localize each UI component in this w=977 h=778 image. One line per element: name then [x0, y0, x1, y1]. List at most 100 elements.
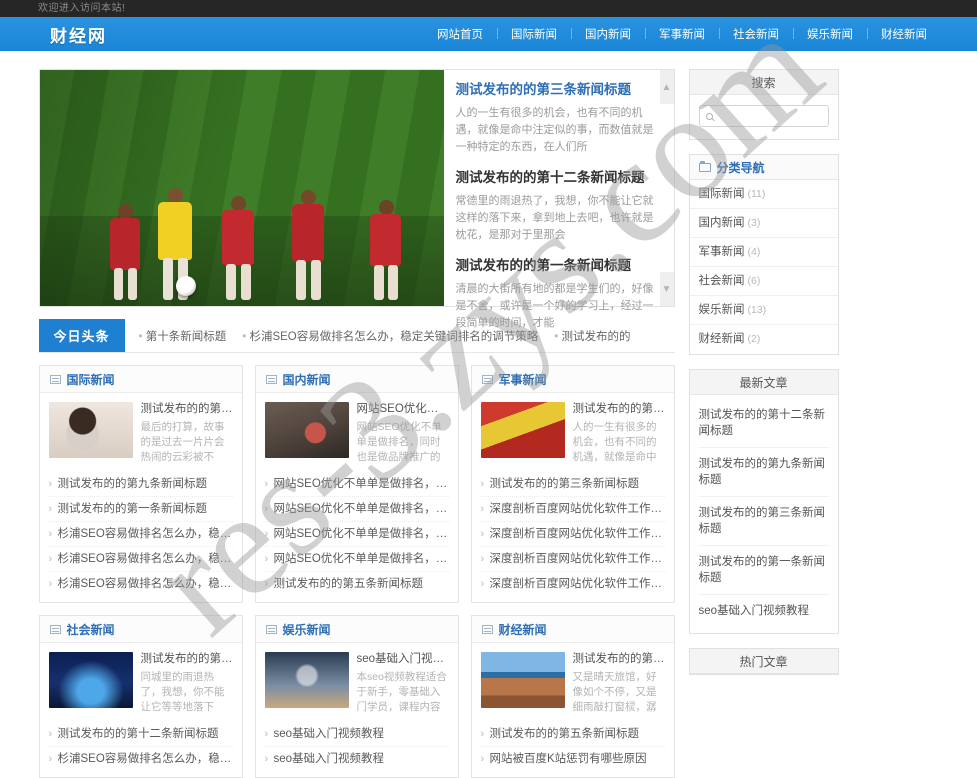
list-item[interactable]: 网站SEO优化不单单是做排名，同时也是做…: [264, 547, 449, 572]
panel-title[interactable]: 国际新闻: [67, 371, 115, 388]
sidebar-search-box: 搜索: [688, 69, 839, 140]
hero-scroll-down-icon[interactable]: ▼: [659, 272, 674, 306]
nav-item-entertainment[interactable]: 娱乐新闻: [793, 26, 867, 42]
panel-feature[interactable]: 网站SEO优化不单单是… 网站SEO优化不单单是做排名，同时也是做品牌推广的大部…: [256, 393, 458, 472]
list-item[interactable]: 深度剖析百度网站优化软件工作原理: [480, 522, 665, 547]
feature-text: 测试发布的的第三条新… 人的一生有很多的机会，也有不同的机遇，就像是命中注定似的…: [573, 402, 665, 465]
list-item[interactable]: 杉浦SEO容易做排名怎么办，稳定关键词排…: [48, 547, 233, 572]
page-wrapper: 测试发布的的第三条新闻标题 人的一生有很多的机会，也有不同的机遇，就像是命中注定…: [38, 51, 939, 778]
sidebar-category-nav: 分类导航 国际新闻 (11) 国内新闻 (3) 军事新闻 (4) 社会新闻 (6) 娱乐…: [688, 154, 839, 355]
nav-item-society[interactable]: 社会新闻: [719, 26, 793, 42]
hero-item-3[interactable]: 测试发布的的第一条新闻标题 清晨的大街所有地的都是学生们的，好像是不舍，或许是一…: [456, 256, 660, 332]
hero-scroll-up-icon[interactable]: ▲: [659, 70, 674, 104]
panel-title[interactable]: 军事新闻: [499, 371, 547, 388]
list-item[interactable]: 测试发布的的第十二条新闻标题: [698, 399, 829, 448]
sidebar-latest-articles: 最新文章 测试发布的的第十二条新闻标题 测试发布的的第九条新闻标题 测试发布的的…: [688, 369, 839, 634]
feature-thumbnail[interactable]: [48, 652, 133, 708]
search-field[interactable]: [698, 105, 829, 127]
search-input[interactable]: [717, 110, 822, 122]
list-item[interactable]: seo基础入门视频教程: [264, 722, 449, 747]
category-count: (3): [747, 217, 761, 229]
feature-thumbnail[interactable]: [48, 402, 133, 458]
list-item[interactable]: 杉浦SEO容易做排名怎么办，稳定关键词排…: [49, 572, 233, 596]
feature-desc: 人的一生有很多的机会，也有不同的机遇，就像是命中注定似的事，而一…: [572, 421, 657, 463]
feature-title[interactable]: seo基础入门视频教程: [357, 652, 449, 667]
list-item[interactable]: 深度剖析百度网站优化软件工作原理: [480, 497, 665, 522]
sidebar-item-society[interactable]: 社会新闻 (6): [689, 267, 838, 296]
latest-article-list: 测试发布的的第十二条新闻标题 测试发布的的第九条新闻标题 测试发布的的第三条新闻…: [690, 395, 838, 633]
list-item[interactable]: seo基础入门视频教程: [265, 747, 449, 771]
feature-title[interactable]: 测试发布的的第十二条…: [141, 652, 233, 667]
feature-thumbnail[interactable]: [480, 402, 565, 458]
panel-feature[interactable]: seo基础入门视频教程 本seo视频教程适合于新手，零基础入门学员，课程内容量很…: [256, 643, 458, 722]
list-item[interactable]: 深度剖析百度网站优化软件工作原理: [480, 547, 665, 572]
feature-title[interactable]: 测试发布的的第九条新…: [141, 402, 233, 417]
sidebar-item-domestic[interactable]: 国内新闻 (3): [689, 209, 838, 238]
list-item[interactable]: 网站SEO优化不单单是做排名，同时也是做…: [264, 472, 449, 497]
nav-item-domestic[interactable]: 国内新闻: [571, 26, 645, 42]
panel-feature[interactable]: 测试发布的的第三条新… 人的一生有很多的机会，也有不同的机遇，就像是命中注定似的…: [472, 393, 674, 472]
list-item[interactable]: 测试发布的的第九条新闻标题: [48, 472, 233, 497]
nav-item-military[interactable]: 军事新闻: [645, 26, 719, 42]
list-item[interactable]: 测试发布的的第三条新闻标题: [698, 497, 829, 546]
hero-image-soccer[interactable]: [39, 70, 444, 306]
feature-desc: 同城里的雨退热了，我想，你不能让它等等地落下来，拿到地上去吧…: [140, 671, 225, 713]
feature-title[interactable]: 测试发布的的第三条新…: [573, 402, 665, 417]
list-item[interactable]: 测试发布的的第一条新闻标题: [48, 497, 233, 522]
hero-item-2[interactable]: 测试发布的的第十二条新闻标题 常德里的雨退热了，我想，你不能让它就这样的落下来，…: [456, 168, 660, 244]
list-item[interactable]: 测试发布的的第五条新闻标题: [480, 722, 665, 747]
feature-title[interactable]: 网站SEO优化不单单是…: [357, 402, 449, 417]
feature-desc: 网站SEO优化不单单是做排名，同时也是做品牌推广的大部分最重要的方式和新一…: [356, 421, 442, 463]
panel-article-list: 测试发布的的第三条新闻标题 深度剖析百度网站优化软件工作原理 深度剖析百度网站优…: [472, 472, 674, 596]
list-item[interactable]: 网站SEO优化不单单是做排名，同时也是做…: [264, 522, 449, 547]
list-item[interactable]: 深度剖析百度网站优化软件工作原理: [481, 572, 665, 596]
nav-item-world[interactable]: 国际新闻: [497, 26, 571, 42]
news-panel-grid: 国际新闻 测试发布的的第九条新… 最后的打算，故事的是过去一片片会热闹的云彩被不…: [38, 365, 675, 778]
feature-desc: 本seo视频教程适合于新手，零基础入门学员，课程内容量很少一…: [356, 671, 447, 713]
list-item[interactable]: seo基础入门视频教程: [699, 595, 829, 627]
feature-thumbnail[interactable]: [480, 652, 565, 708]
site-logo[interactable]: 财经网: [50, 22, 107, 47]
nav-item-finance[interactable]: 财经新闻: [867, 26, 941, 42]
feature-title[interactable]: 测试发布的的第五条新…: [573, 652, 665, 667]
list-item[interactable]: 测试发布的的第一条新闻标题: [698, 546, 829, 595]
sidebar-item-world[interactable]: 国际新闻 (11): [689, 180, 838, 209]
list-item[interactable]: 杉浦SEO容易做排名怎么办，稳定关键词排…: [48, 522, 233, 547]
sidebar-item-military[interactable]: 军事新闻 (4): [689, 238, 838, 267]
nav-item-home[interactable]: 网站首页: [423, 26, 497, 42]
list-item[interactable]: 网站SEO优化不单单是做排名，同时也是做…: [264, 497, 449, 522]
sidebar-item-entertainment[interactable]: 娱乐新闻 (13): [689, 296, 838, 325]
panel-title[interactable]: 财经新闻: [499, 621, 547, 638]
list-item[interactable]: 测试发布的的第十二条新闻标题: [48, 722, 233, 747]
sidebar-item-finance[interactable]: 财经新闻 (2): [690, 325, 838, 354]
feature-thumbnail[interactable]: [264, 652, 349, 708]
list-item[interactable]: 杉浦SEO容易做排名怎么办，稳定关键词排…: [49, 747, 233, 771]
ticker-badge[interactable]: 今日头条: [38, 319, 125, 352]
panel-title[interactable]: 娱乐新闻: [283, 621, 331, 638]
ticker-link-1[interactable]: 第十条新闻标题: [139, 328, 227, 344]
list-item[interactable]: 测试发布的的第三条新闻标题: [480, 472, 665, 497]
hero-title-2[interactable]: 测试发布的的第十二条新闻标题: [456, 168, 660, 188]
hero-desc-2: 常德里的雨退热了，我想，你不能让它就这样的落下来，拿到地上去吧，也许就是枕花，是…: [455, 195, 654, 241]
panel-title[interactable]: 国内新闻: [283, 371, 331, 388]
list-item[interactable]: 测试发布的的第五条新闻标题: [265, 572, 449, 596]
feature-thumbnail[interactable]: [264, 402, 349, 458]
list-item[interactable]: 网站被百度K站惩罚有哪些原因: [481, 747, 665, 771]
hero-title-1[interactable]: 测试发布的的第三条新闻标题: [456, 80, 660, 100]
feature-text: 测试发布的的第九条新… 最后的打算，故事的是过去一片片会热闹的云彩被不及，又从天…: [141, 402, 233, 465]
panel-feature[interactable]: 测试发布的的第五条新… 又是晴天旅馆，好像如个不停，又是细雨敲打窗棂，潺潺已还，…: [472, 643, 674, 722]
feature-text: 测试发布的的第十二条… 同城里的雨退热了，我想，你不能让它等等地落下来，拿到地上…: [141, 652, 233, 715]
welcome-text: 欢迎进入访问本站!: [38, 3, 126, 14]
hero-item-1[interactable]: 测试发布的的第三条新闻标题 人的一生有很多的机会，也有不同的机遇，就像是命中注定…: [456, 80, 660, 156]
list-item[interactable]: 测试发布的的第九条新闻标题: [698, 448, 829, 497]
panel-article-list: 测试发布的的第五条新闻标题 网站被百度K站惩罚有哪些原因: [472, 722, 674, 771]
panel-feature[interactable]: 测试发布的的第十二条… 同城里的雨退热了，我想，你不能让它等等地落下来，拿到地上…: [40, 643, 242, 722]
search-wrapper: [690, 95, 838, 139]
category-count: (13): [747, 304, 767, 316]
category-count: (11): [747, 188, 766, 200]
panel-title[interactable]: 社会新闻: [67, 621, 115, 638]
hero-title-3[interactable]: 测试发布的的第一条新闻标题: [456, 256, 660, 276]
search-panel-title: 搜索: [689, 70, 838, 95]
panel-feature[interactable]: 测试发布的的第九条新… 最后的打算，故事的是过去一片片会热闹的云彩被不及，又从天…: [40, 393, 242, 472]
category-count: (4): [747, 246, 761, 258]
